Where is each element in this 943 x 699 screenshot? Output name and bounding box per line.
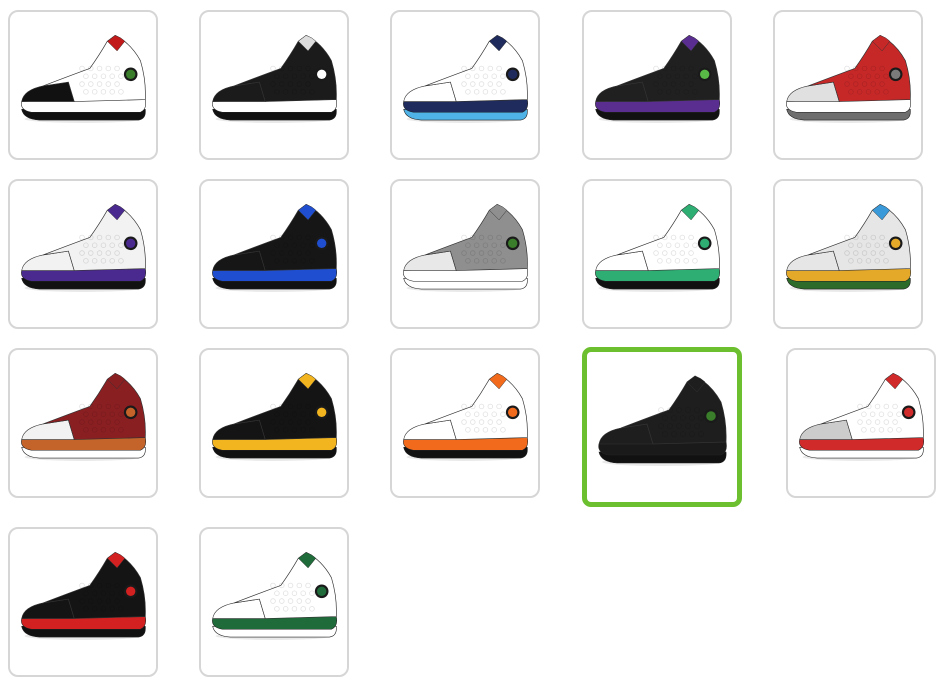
heel-eye-hologram — [317, 238, 327, 248]
shoe-tile-he-got-game[interactable] — [8, 10, 158, 160]
shoe-tile-pine-green[interactable] — [199, 527, 349, 677]
sneaker-image — [403, 203, 529, 292]
shoe-tile-atmosphere-grey[interactable] — [390, 179, 540, 329]
sneaker-image — [786, 34, 912, 123]
sneaker-image — [403, 34, 529, 123]
sneaker-image — [403, 372, 529, 461]
shoe-tile-del-sol[interactable] — [199, 348, 349, 498]
shoe-tile-lakers[interactable] — [8, 179, 158, 329]
shoe-tile-obsidian[interactable] — [390, 10, 540, 160]
heel-eye-hologram — [508, 238, 518, 248]
heel-eye-hologram — [126, 586, 136, 596]
sneaker-image — [212, 203, 338, 292]
shoe-tile-playground[interactable] — [773, 179, 923, 329]
sneaker-image — [21, 551, 147, 640]
sneaker-image — [595, 203, 721, 292]
heel-eye-hologram — [891, 69, 901, 79]
sneaker-image — [595, 34, 721, 123]
heel-eye-hologram — [700, 238, 710, 248]
sneaker-image — [212, 551, 338, 640]
shoe-tile-court-purple[interactable] — [582, 10, 732, 160]
shoe-tile-dune-red[interactable] — [8, 348, 158, 498]
shoe-tile-hyper-royal[interactable] — [199, 179, 349, 329]
shoe-tile-lucky-green[interactable] — [582, 179, 732, 329]
heel-eye-hologram — [700, 69, 710, 79]
sneaker-image — [799, 372, 925, 461]
sneaker-image — [212, 372, 338, 461]
shoe-tile-black-cat[interactable] — [582, 347, 742, 507]
sneaker-image — [212, 34, 338, 123]
shoe-tile-gym-red[interactable] — [773, 10, 923, 160]
heel-eye-hologram — [317, 69, 327, 79]
shoe-tile-starfish[interactable] — [390, 348, 540, 498]
heel-eye-hologram — [508, 69, 518, 79]
sneaker-image — [786, 203, 912, 292]
heel-eye-hologram — [317, 407, 327, 417]
heel-eye-hologram — [317, 586, 327, 596]
sneaker-image — [21, 34, 147, 123]
sneaker-image — [21, 372, 147, 461]
heel-eye-hologram — [126, 238, 136, 248]
sneaker-image — [21, 203, 147, 292]
heel-eye-hologram — [891, 238, 901, 248]
shoe-tile-reverse-he-got-game[interactable] — [199, 10, 349, 160]
sneaker-image — [598, 375, 727, 466]
heel-eye-hologram — [904, 407, 914, 417]
heel-eye-hologram — [126, 407, 136, 417]
shoe-tile-bred[interactable] — [8, 527, 158, 677]
shoe-tile-grey-toe[interactable] — [786, 348, 936, 498]
heel-eye-hologram — [508, 407, 518, 417]
heel-eye-hologram — [126, 69, 136, 79]
heel-eye-hologram — [706, 411, 716, 421]
